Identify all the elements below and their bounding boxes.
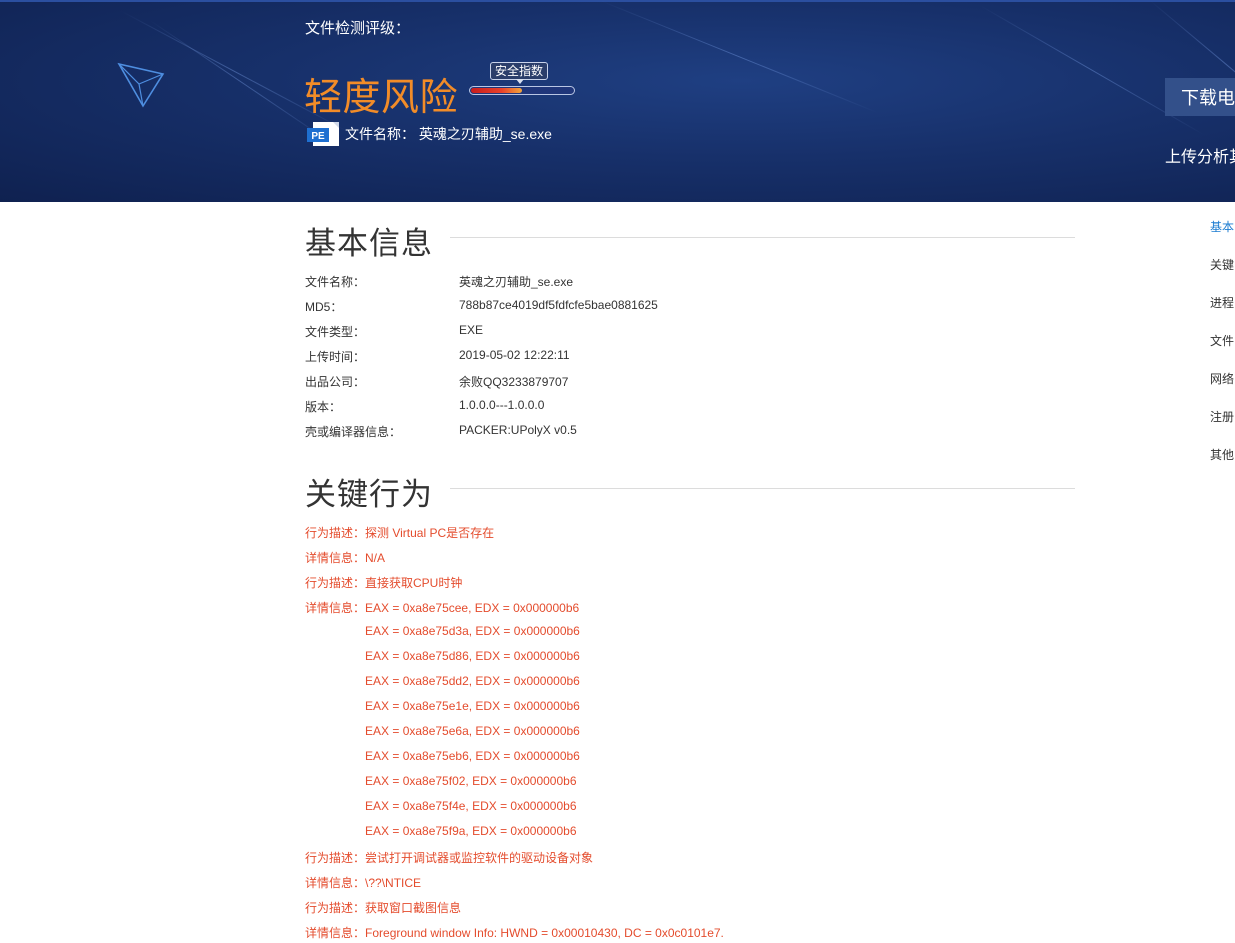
behavior-detail-continued: EAX = 0xa8e75dd2, EDX = 0x000000b6 bbox=[365, 674, 580, 688]
behavior-detail-continued: EAX = 0xa8e75d86, EDX = 0x000000b6 bbox=[365, 649, 580, 663]
info-value: 788b87ce4019df5fdfcfe5bae0881625 bbox=[459, 298, 658, 312]
info-label: 文件类型： bbox=[305, 325, 366, 339]
behavior-text: N/A bbox=[365, 551, 386, 565]
behavior-text: \??\NTICE bbox=[365, 876, 422, 890]
behavior-text: EAX = 0xa8e75d3a, EDX = 0x000000b6 bbox=[365, 624, 580, 638]
behavior-description: 行为描述：获取窗口截图信息 bbox=[305, 899, 461, 916]
info-label: 壳或编译器信息： bbox=[305, 425, 402, 439]
banner-top-line bbox=[0, 0, 1235, 2]
behavior-label: 行为描述： bbox=[305, 576, 366, 590]
behavior-detail-continued: EAX = 0xa8e75f9a, EDX = 0x000000b6 bbox=[365, 824, 577, 838]
info-value: 英魂之刃辅助_se.exe bbox=[459, 275, 574, 289]
behavior-label: 行为描述： bbox=[305, 901, 366, 915]
side-nav-item[interactable]: 注册 bbox=[1210, 408, 1234, 425]
side-nav-item[interactable]: 文件 bbox=[1210, 332, 1234, 349]
section-divider bbox=[450, 237, 1075, 238]
report-header-banner: 文件检测评级： 轻度风险 安全指数 PE 文件名称： 英魂之刃辅助_se.exe… bbox=[0, 0, 1235, 202]
behavior-detail: 详情信息：\??\NTICE bbox=[305, 874, 421, 891]
info-label: MD5： bbox=[305, 300, 343, 314]
basic-info-title: 基本信息 bbox=[305, 226, 433, 261]
behavior-label: 详情信息： bbox=[305, 551, 366, 565]
behavior-text: EAX = 0xa8e75f9a, EDX = 0x000000b6 bbox=[365, 824, 577, 838]
info-value: 余败QQ3233879707 bbox=[459, 375, 569, 389]
behavior-detail-continued: EAX = 0xa8e75f4e, EDX = 0x000000b6 bbox=[365, 799, 577, 813]
behavior-description: 行为描述：直接获取CPU时钟 bbox=[305, 574, 462, 591]
behavior-text: EAX = 0xa8e75eb6, EDX = 0x000000b6 bbox=[365, 749, 580, 763]
info-value: 1.0.0.0---1.0.0.0 bbox=[459, 398, 545, 412]
behavior-description: 行为描述：探测 Virtual PC是否存在 bbox=[305, 524, 494, 541]
file-name-label: 文件名称： bbox=[345, 126, 415, 142]
behavior-label: 详情信息： bbox=[305, 926, 366, 940]
info-value: PACKER:UPolyX v0.5 bbox=[459, 423, 577, 437]
info-value: 2019-05-02 12:22:11 bbox=[459, 348, 570, 362]
svg-text:PE: PE bbox=[311, 131, 325, 142]
side-nav-item[interactable]: 关键 bbox=[1210, 256, 1234, 273]
safety-index-fill bbox=[471, 88, 522, 93]
safety-index-tooltip: 安全指数 bbox=[490, 62, 549, 80]
behavior-detail-continued: EAX = 0xa8e75e1e, EDX = 0x000000b6 bbox=[365, 699, 580, 713]
behavior-text: EAX = 0xa8e75f02, EDX = 0x000000b6 bbox=[365, 774, 577, 788]
tooltip-arrow-icon bbox=[516, 79, 524, 84]
behavior-text: 探测 Virtual PC是否存在 bbox=[365, 526, 495, 540]
section-divider bbox=[450, 488, 1075, 489]
banner-decor-streak bbox=[599, 0, 879, 114]
risk-level: 轻度风险 bbox=[304, 77, 459, 119]
behavior-detail: 详情信息：Foreground window Info: HWND = 0x00… bbox=[305, 924, 724, 941]
triangle-logo-icon bbox=[117, 62, 165, 108]
behavior-text: EAX = 0xa8e75dd2, EDX = 0x000000b6 bbox=[365, 674, 580, 688]
key-behavior-title: 关键行为 bbox=[305, 477, 433, 512]
behavior-label: 行为描述： bbox=[305, 526, 366, 540]
header-file-name: 文件名称： 英魂之刃辅助_se.exe bbox=[345, 124, 552, 144]
behavior-text: 直接获取CPU时钟 bbox=[365, 576, 463, 590]
file-name-value: 英魂之刃辅助_se.exe bbox=[418, 126, 552, 142]
behavior-text: EAX = 0xa8e75e1e, EDX = 0x000000b6 bbox=[365, 699, 580, 713]
info-label: 出品公司： bbox=[305, 375, 366, 389]
behavior-text: EAX = 0xa8e75f4e, EDX = 0x000000b6 bbox=[365, 799, 577, 813]
behavior-label: 详情信息： bbox=[305, 876, 366, 890]
behavior-detail: 详情信息：EAX = 0xa8e75cee, EDX = 0x000000b6 bbox=[305, 599, 579, 616]
behavior-text: 获取窗口截图信息 bbox=[365, 901, 462, 915]
pe-file-icon: PE bbox=[307, 122, 339, 146]
behavior-text: EAX = 0xa8e75d86, EDX = 0x000000b6 bbox=[365, 649, 580, 663]
download-button[interactable]: 下载电 bbox=[1165, 78, 1235, 116]
behavior-text: 尝试打开调试器或监控软件的驱动设备对象 bbox=[365, 851, 594, 865]
behavior-label: 行为描述： bbox=[305, 851, 366, 865]
behavior-label: 详情信息： bbox=[305, 601, 366, 615]
behavior-detail-continued: EAX = 0xa8e75e6a, EDX = 0x000000b6 bbox=[365, 724, 580, 738]
side-nav-item[interactable]: 网络 bbox=[1210, 370, 1234, 387]
safety-index-gauge bbox=[469, 86, 575, 95]
banner-decor-streak bbox=[979, 5, 1206, 136]
section-side-nav: 基本关键进程文件网络注册其他 bbox=[1210, 218, 1235, 478]
behavior-text: Foreground window Info: HWND = 0x0001043… bbox=[365, 926, 724, 940]
upload-analysis-link[interactable]: 上传分析其 bbox=[1165, 143, 1235, 167]
behavior-detail-continued: EAX = 0xa8e75eb6, EDX = 0x000000b6 bbox=[365, 749, 580, 763]
side-nav-item[interactable]: 基本 bbox=[1210, 218, 1234, 235]
info-label: 上传时间： bbox=[305, 350, 366, 364]
behavior-detail-continued: EAX = 0xa8e75d3a, EDX = 0x000000b6 bbox=[365, 624, 580, 638]
info-label: 版本： bbox=[305, 400, 342, 414]
behavior-description: 行为描述：尝试打开调试器或监控软件的驱动设备对象 bbox=[305, 849, 593, 866]
behavior-detail-continued: EAX = 0xa8e75f02, EDX = 0x000000b6 bbox=[365, 774, 577, 788]
behavior-detail: 详情信息：N/A bbox=[305, 549, 385, 566]
rating-label: 文件检测评级： bbox=[305, 20, 411, 37]
side-nav-item[interactable]: 其他 bbox=[1210, 446, 1234, 463]
info-value: EXE bbox=[459, 323, 484, 337]
info-label: 文件名称： bbox=[305, 275, 366, 289]
behavior-text: EAX = 0xa8e75cee, EDX = 0x000000b6 bbox=[365, 601, 580, 615]
side-nav-item[interactable]: 进程 bbox=[1210, 294, 1234, 311]
behavior-text: EAX = 0xa8e75e6a, EDX = 0x000000b6 bbox=[365, 724, 580, 738]
